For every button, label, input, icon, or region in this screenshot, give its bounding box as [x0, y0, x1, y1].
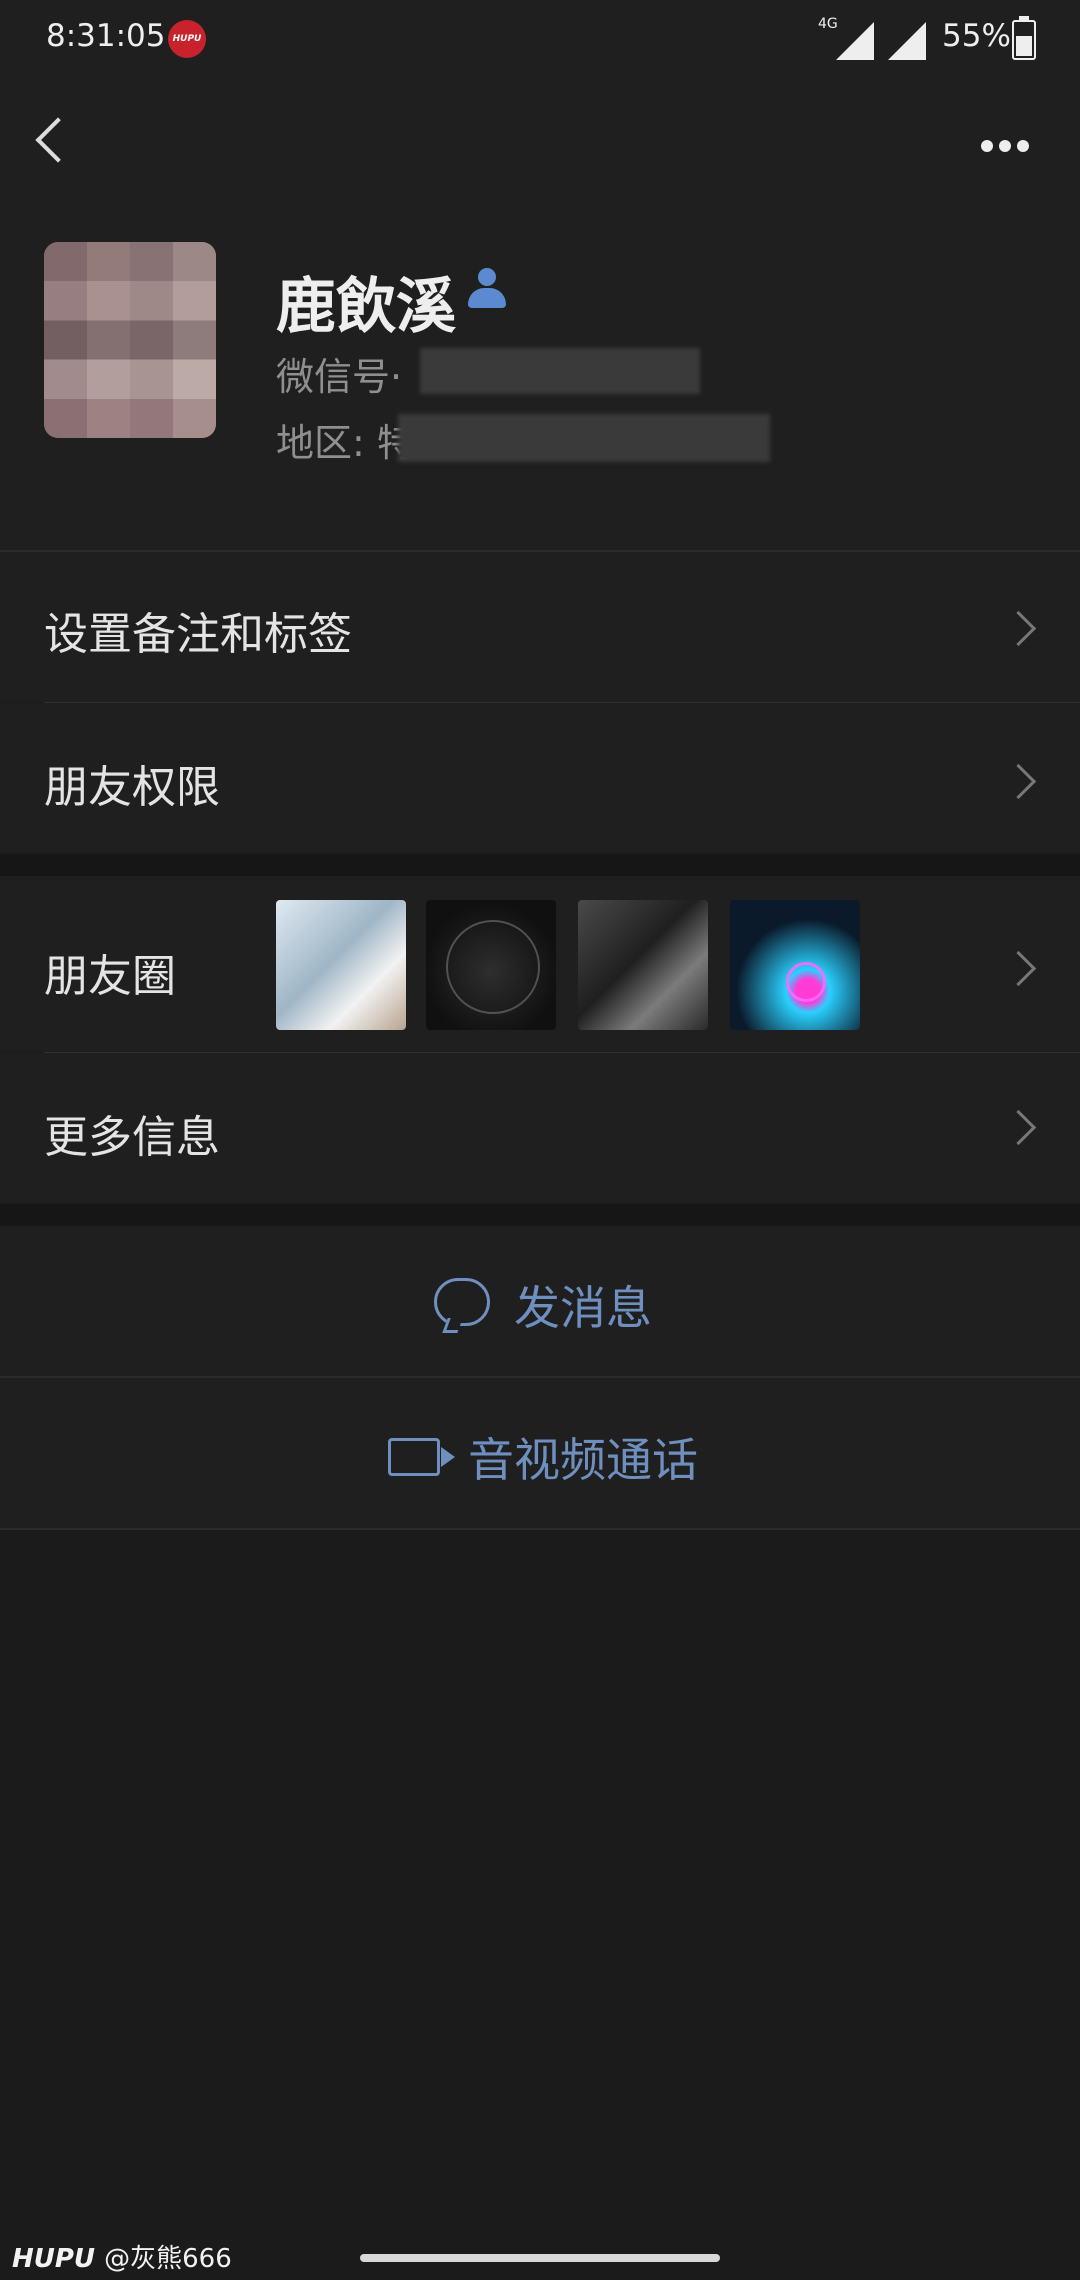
chevron-right-icon — [1000, 610, 1037, 647]
status-time: 8:31:05 — [46, 18, 166, 54]
remark-tags-row[interactable]: 设置备注和标签 — [0, 552, 1080, 702]
mobile-signal-icon — [836, 22, 874, 60]
divider — [0, 1528, 1080, 1530]
more-icon[interactable] — [975, 140, 1035, 154]
section-gap — [0, 854, 1080, 876]
video-camera-icon — [388, 1438, 455, 1476]
top-bar — [0, 80, 1080, 210]
remark-tags-label: 设置备注和标签 — [44, 609, 352, 660]
moments-thumbnail — [730, 900, 860, 1030]
section-gap — [0, 1204, 1080, 1226]
avatar[interactable] — [44, 242, 216, 438]
chat-bubble-icon — [434, 1278, 490, 1326]
battery-icon — [1012, 16, 1036, 60]
contact-name: 鹿飲溪 — [276, 272, 456, 342]
region-label: 地区: 特 — [276, 421, 415, 465]
wechat-id-redacted — [420, 348, 700, 394]
network-type: 4G — [818, 16, 838, 32]
moments-label: 朋友圈 — [44, 951, 176, 1002]
chevron-right-icon — [1000, 763, 1037, 800]
more-info-row[interactable]: 更多信息 — [0, 1053, 1080, 1203]
home-indicator[interactable] — [360, 2254, 720, 2262]
watermark: HUPU @灰熊666 — [12, 2238, 232, 2275]
moments-thumbnail — [426, 900, 556, 1030]
send-message-button[interactable]: 发消息 — [0, 1226, 1080, 1376]
friend-permissions-row[interactable]: 朋友权限 — [0, 703, 1080, 853]
user-icon — [466, 268, 506, 312]
hupu-app-icon: HUPU — [168, 20, 206, 58]
signal-icon — [888, 22, 926, 60]
av-call-button[interactable]: 音视频通话 — [0, 1378, 1080, 1528]
status-bar: 8:31:05 HUPU 4G 55% — [0, 0, 1080, 80]
moments-thumbnail — [276, 900, 406, 1030]
wechat-id-label: 微信号· — [276, 355, 403, 399]
chevron-right-icon — [1000, 1109, 1037, 1146]
more-info-label: 更多信息 — [44, 1112, 220, 1163]
watermark-user: @灰熊666 — [104, 2244, 232, 2274]
moments-thumbnail — [578, 900, 708, 1030]
region-redacted — [398, 414, 770, 462]
watermark-brand: HUPU — [12, 2244, 96, 2274]
chevron-right-icon — [1000, 950, 1037, 987]
av-call-label: 音视频通话 — [468, 1433, 698, 1487]
send-message-label: 发消息 — [514, 1281, 652, 1335]
friend-permissions-label: 朋友权限 — [44, 762, 220, 813]
battery-percent: 55% — [942, 18, 1011, 54]
